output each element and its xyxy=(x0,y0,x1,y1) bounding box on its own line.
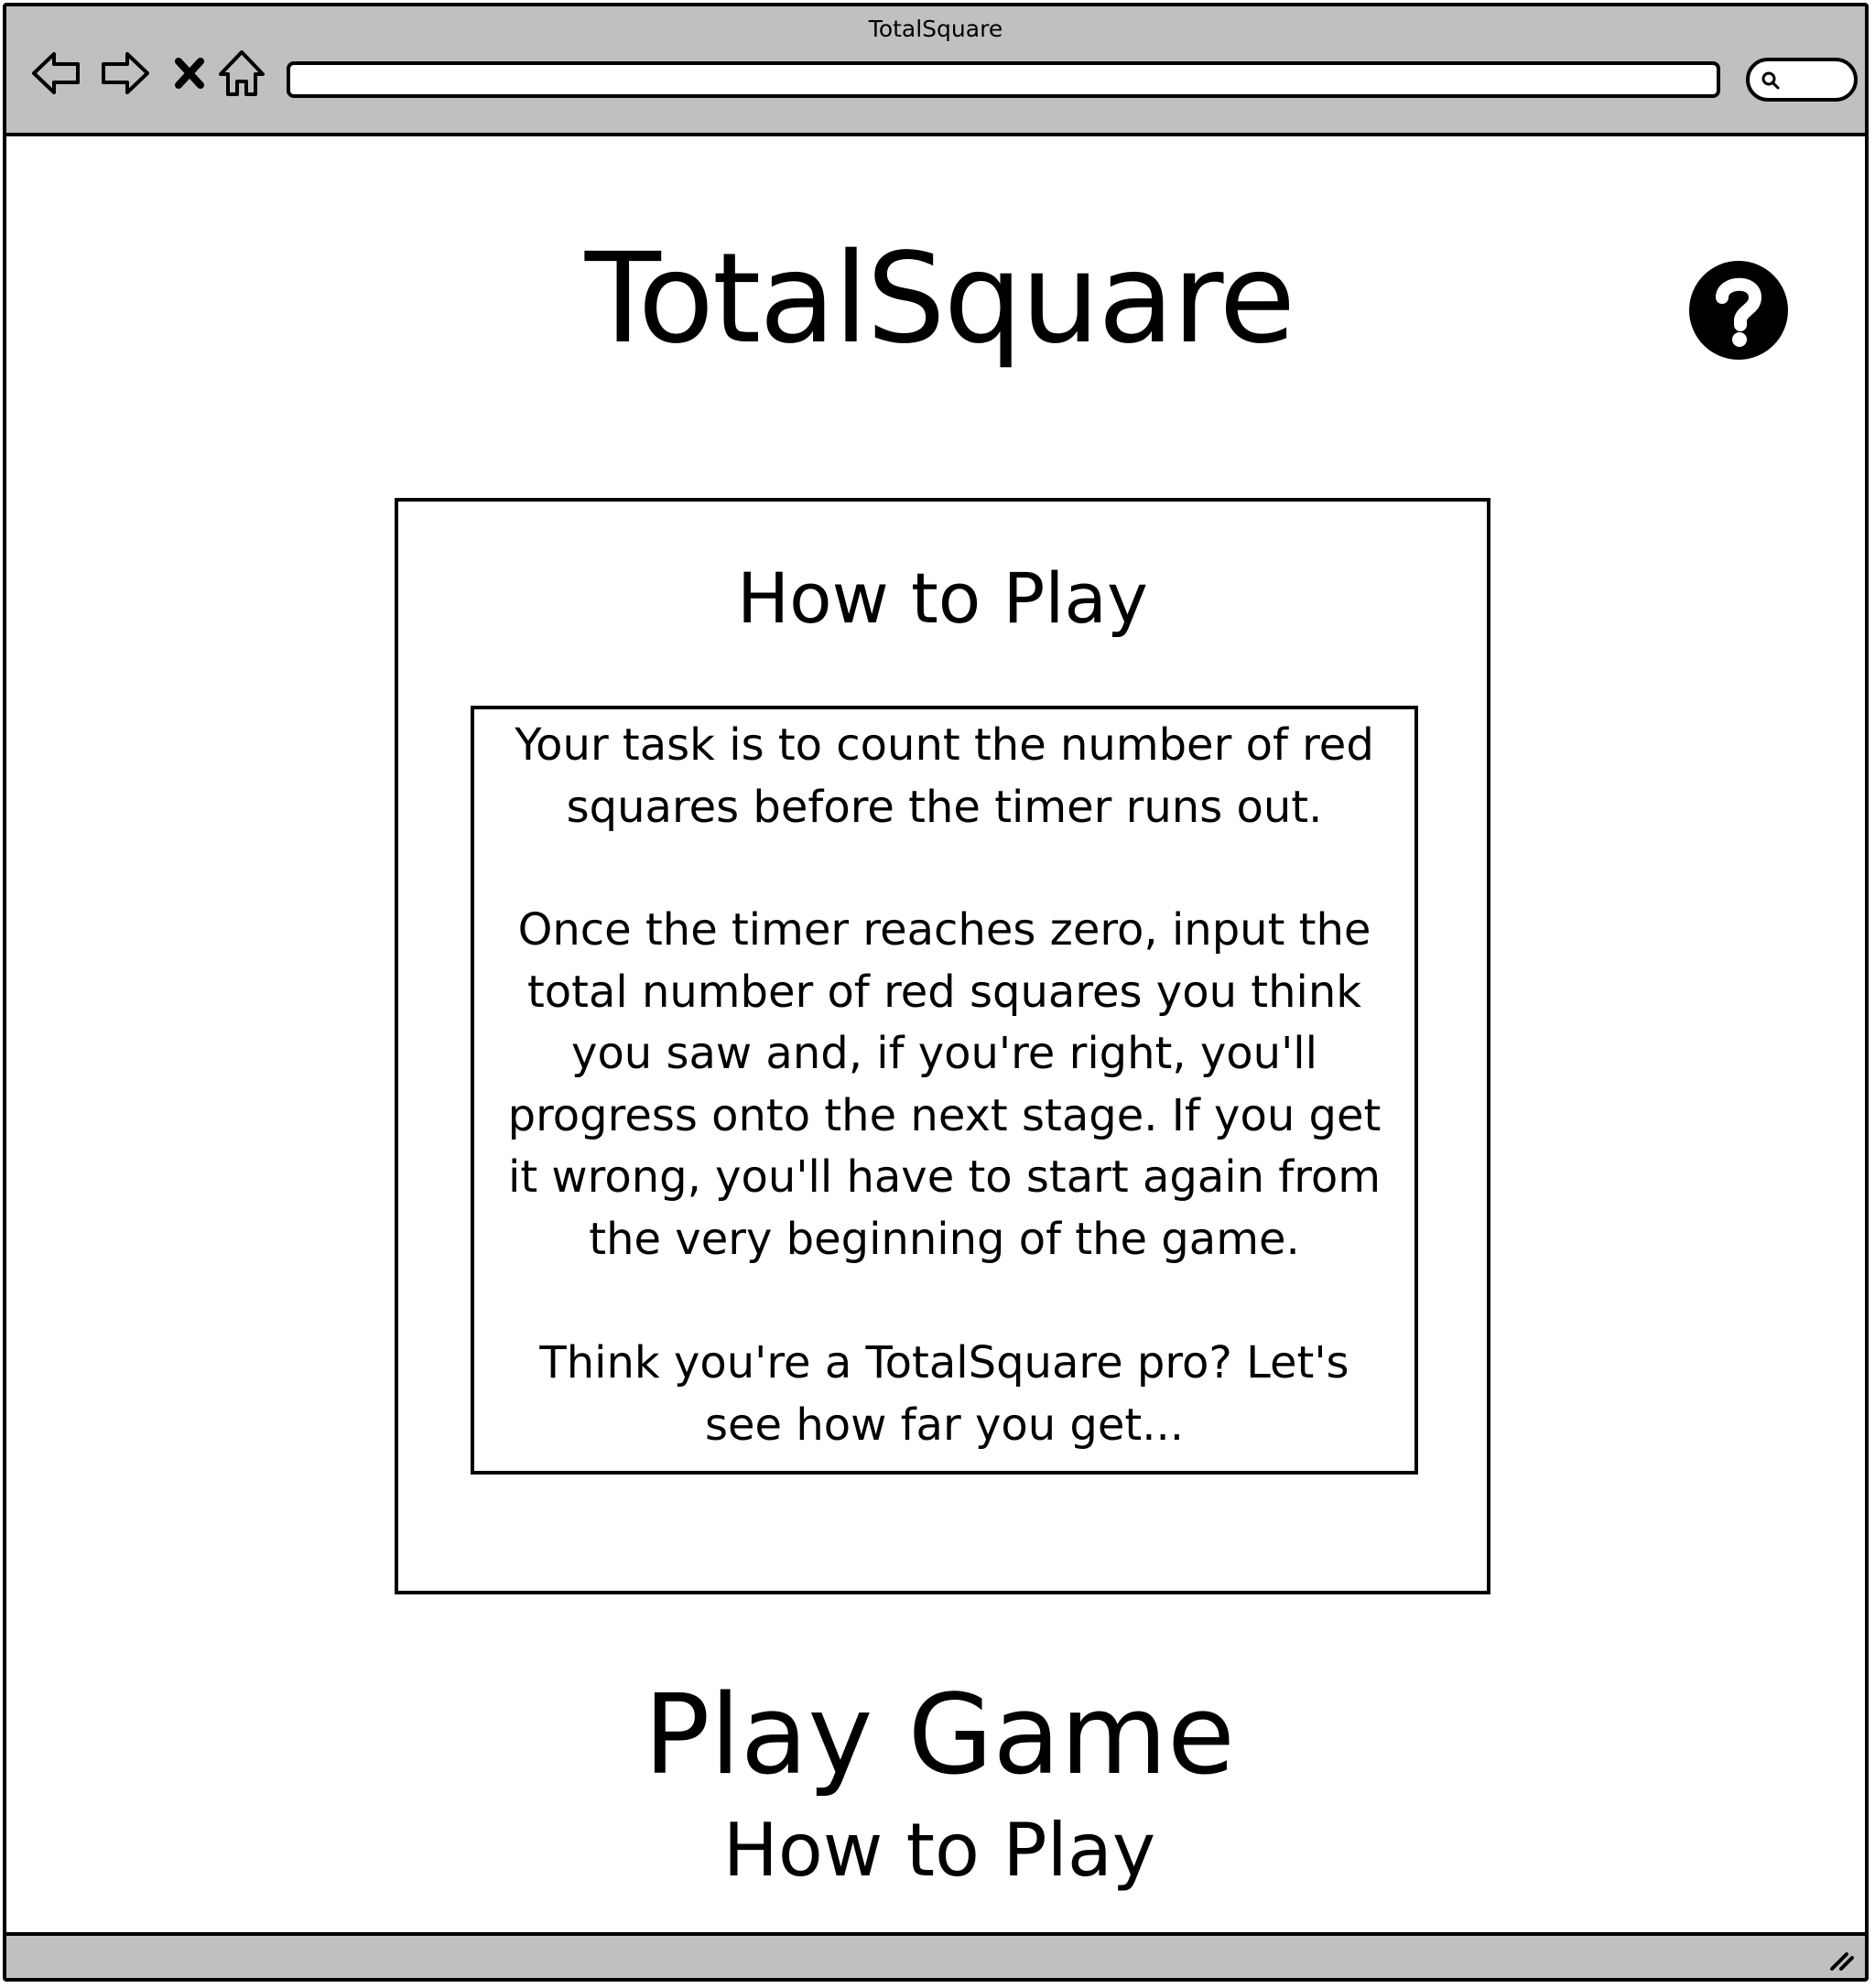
page-title: TotalSquare xyxy=(584,227,1295,372)
back-arrow-icon[interactable] xyxy=(30,47,83,100)
instruction-line: Your task is to count the number of red xyxy=(515,719,1374,771)
instruction-line: you saw and, if you're right, you'll xyxy=(571,1028,1317,1079)
how-to-play-heading: How to Play xyxy=(737,557,1148,639)
search-icon xyxy=(1761,71,1780,90)
instruction-line: squares before the timer runs out. xyxy=(566,781,1323,833)
play-game-button[interactable]: Play Game xyxy=(6,1672,1872,1800)
instruction-line: see how far you get... xyxy=(705,1399,1184,1451)
browser-window: TotalSquare TotalSquare How to Play Your… xyxy=(3,3,1869,1982)
instruction-line: the very beginning of the game. xyxy=(589,1213,1300,1265)
window-title: TotalSquare xyxy=(868,16,1003,42)
instruction-line: Think you're a TotalSquare pro? Let's xyxy=(539,1337,1349,1388)
question-mark-circle-icon[interactable] xyxy=(1687,259,1790,362)
home-icon[interactable] xyxy=(217,47,266,100)
how-to-play-link[interactable]: How to Play xyxy=(6,1805,1872,1896)
how-to-play-panel: How to Play Your task is to count the nu… xyxy=(395,498,1490,1594)
instruction-line: Once the timer reaches zero, input the xyxy=(517,904,1371,956)
instructions-paragraph-1: Your task is to count the number of red … xyxy=(483,715,1405,838)
stop-icon[interactable] xyxy=(168,47,211,100)
instruction-line: total number of red squares you think xyxy=(526,966,1362,1018)
address-bar[interactable] xyxy=(287,61,1720,98)
status-bar xyxy=(6,1932,1865,1978)
instruction-line: progress onto the next stage. If you get xyxy=(507,1089,1382,1141)
instructions-box: Your task is to count the number of red … xyxy=(471,706,1418,1475)
forward-arrow-icon[interactable] xyxy=(98,47,151,100)
search-field[interactable] xyxy=(1746,58,1858,102)
instructions-paragraph-3: Think you're a TotalSquare pro? Let's se… xyxy=(483,1333,1405,1456)
browser-toolbar: TotalSquare xyxy=(6,6,1865,136)
instruction-line: it wrong, you'll have to start again fro… xyxy=(508,1151,1381,1203)
resize-grip-icon[interactable] xyxy=(1828,1945,1856,1972)
instructions-paragraph-2: Once the timer reaches zero, input the t… xyxy=(483,900,1405,1270)
